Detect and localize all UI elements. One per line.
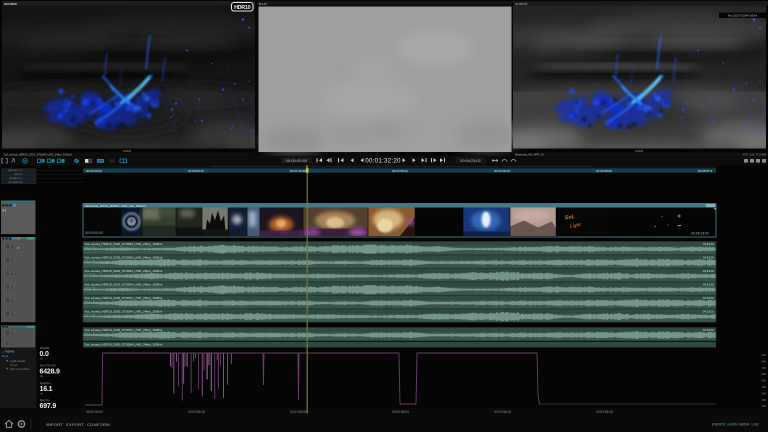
svg-text:Rec.2100 ST.2084 1000nit: Rec.2100 ST.2084 1000nit (728, 15, 758, 18)
svg-text:04:23:02: 04:23:02 (703, 296, 715, 300)
svg-text:00:04:23:02: 00:04:23:02 (691, 232, 709, 236)
svg-text:00:02:58:24: 00:02:58:24 (392, 410, 409, 414)
svg-text:04:23:02: 04:23:02 (703, 256, 715, 260)
svg-text:100: 100 (762, 404, 767, 408)
svg-text:SoL.exusia_HDR10_2020_ST2084_U: SoL.exusia_HDR10_2020_ST2084_UHD_24fps_1… (85, 269, 163, 273)
svg-text:SoL.exusia_HDR10_2020_ST2084_U: SoL.exusia_HDR10_2020_ST2084_UHD_24fps_1… (85, 310, 163, 314)
svg-text:04:23:02: 04:23:02 (703, 283, 715, 287)
svg-text:SoL.exusia_HDR10_2020_ST2084_U: SoL.exusia_HDR10_2020_ST2084_UHD_24fps_1… (85, 283, 163, 287)
svg-text:600: 600 (762, 372, 767, 376)
svg-text:RESULT: RESULT (15, 174, 24, 176)
svg-text:00:04:58:08: 00:04:58:08 (596, 169, 612, 173)
svg-text:SoL.exusia_HDR10_2020_ST2084_U: SoL.exusia_HDR10_2020_ST2084_UHD_24fps_1… (85, 296, 163, 300)
svg-text:MaxFALL: MaxFALL (40, 381, 52, 385)
svg-text:900: 900 (762, 353, 767, 357)
svg-text:SOURCE: SOURCE (4, 2, 17, 6)
svg-text:MEDIA: MEDIA (739, 423, 750, 427)
svg-text:500: 500 (762, 379, 767, 383)
svg-text:00:00:00:00: 00:00:00:00 (86, 410, 103, 414)
svg-text:Metavana_MV_MP4_v5: Metavana_MV_MP4_v5 (515, 152, 544, 156)
svg-text:Metavana_MV10_HDR10_UHD_24p_10: Metavana_MV10_HDR10_UHD_24p_1000nit (85, 204, 146, 208)
svg-text:200: 200 (762, 398, 767, 402)
svg-text:LOCK: LOCK (635, 149, 643, 153)
svg-text:00:04:23:02: 00:04:23:02 (460, 158, 481, 163)
svg-text:ch: 1 / 8: ch: 1 / 8 (85, 332, 95, 336)
svg-text:ch: 1 / 8: ch: 1 / 8 (85, 259, 95, 263)
svg-text:00:00:59:16: 00:00:59:16 (188, 169, 204, 173)
svg-text:ch: 1 / 8: ch: 1 / 8 (85, 273, 95, 277)
svg-text:LIVE: LIVE (752, 423, 760, 427)
svg-text:nit: nit (40, 357, 43, 361)
svg-text:MAX FR AVG: MAX FR AVG (40, 364, 56, 368)
svg-text:MaxCLL: MaxCLL (40, 398, 51, 402)
svg-text:00:01:59:08: 00:01:59:08 (290, 169, 306, 173)
svg-text:00:01:59:08: 00:01:59:08 (290, 410, 307, 414)
svg-text:OUTPUT: OUTPUT (515, 2, 528, 6)
svg-text:00:00:00:00: 00:00:00:00 (85, 231, 103, 235)
svg-text:HDR10: HDR10 (234, 5, 250, 11)
svg-text:Root: Root (2, 354, 8, 358)
svg-text:SEGMENT 01: SEGMENT 01 (9, 178, 24, 180)
svg-text:00:00:00:00: 00:00:00:00 (286, 158, 308, 163)
svg-text:300: 300 (762, 391, 767, 395)
svg-text:00:05:57:2: 00:05:57:2 (698, 169, 713, 173)
svg-text:700: 700 (762, 366, 767, 370)
svg-text:nit: nit (40, 391, 43, 395)
svg-text:04:23:02: 04:23:02 (703, 328, 715, 332)
svg-text:SoL.exusia_HDR10_2020_ST2084_U: SoL.exusia_HDR10_2020_ST2084_UHD_24fps_1… (85, 328, 163, 332)
svg-text:SoL.exusia_HDR10_2020_ST2084_U: SoL.exusia_HDR10_2020_ST2084_UHD_24fps_1… (85, 242, 163, 246)
svg-text:04:23:02: 04:23:02 (703, 310, 715, 314)
svg-text:EVENTS: EVENTS (712, 423, 726, 427)
svg-text:4/75 0.00 77.0 M/B: 4/75 0.00 77.0 M/B (743, 152, 767, 156)
svg-text:LOCK: LOCK (123, 149, 131, 153)
svg-text:nit: nit (40, 374, 43, 378)
svg-text:IMPORT EXPORT CONFORM: IMPORT EXPORT CONFORM (46, 422, 110, 427)
svg-text:FRAME: FRAME (40, 346, 50, 350)
svg-text:V1: V1 (2, 209, 6, 213)
svg-text:ch: 1 / 8: ch: 1 / 8 (85, 313, 95, 317)
svg-text:⌄ Name: ⌄ Name (2, 349, 15, 353)
svg-text:ch: 1 / 8: ch: 1 / 8 (85, 300, 95, 304)
svg-text:LEARN: LEARN (727, 423, 739, 427)
svg-text:800: 800 (762, 359, 767, 363)
svg-text:SoL.exusia_HDR10_2020_ST2084_U: SoL.exusia_HDR10_2020_ST2084_UHD_24fps_1… (85, 256, 163, 260)
svg-text:00:03:58:16: 00:03:58:16 (494, 169, 510, 173)
svg-text:ch: 1 / 8: ch: 1 / 8 (85, 246, 95, 250)
svg-text:MASTER TL 01: MASTER TL 01 (8, 169, 24, 172)
svg-text:00:00:00:00: 00:00:00:00 (86, 169, 102, 173)
svg-text:ch: 1 / 8: ch: 1 / 8 (85, 286, 95, 290)
svg-text:LUT PREVIEW: LUT PREVIEW (8, 182, 24, 184)
svg-text:B:LIN: B:LIN (259, 2, 267, 6)
svg-text:SoL.exusia_HDR10_2020_ST2084_U: SoL.exusia_HDR10_2020_ST2084_UHD_24fps_1… (4, 152, 72, 156)
svg-text:Sort of conform: Sort of conform (10, 367, 30, 371)
svg-text:400: 400 (762, 385, 767, 389)
svg-text:SoL.exusia_HDR10_2020_ST2084_U: SoL.exusia_HDR10_2020_ST2084_UHD_24fps_1… (85, 343, 163, 347)
svg-text:00:01:32:20: 00:01:32:20 (365, 158, 401, 165)
svg-text:00:00:59:16: 00:00:59:16 (188, 410, 205, 414)
svg-text:04:23:02: 04:23:02 (703, 242, 715, 246)
svg-text:00:02:58:24: 00:02:58:24 (392, 169, 408, 173)
svg-text:00:04:58:08: 00:04:58:08 (596, 410, 613, 414)
svg-text:04:23:02: 04:23:02 (703, 269, 715, 273)
svg-text:00:03:58:16: 00:03:58:16 (494, 410, 511, 414)
